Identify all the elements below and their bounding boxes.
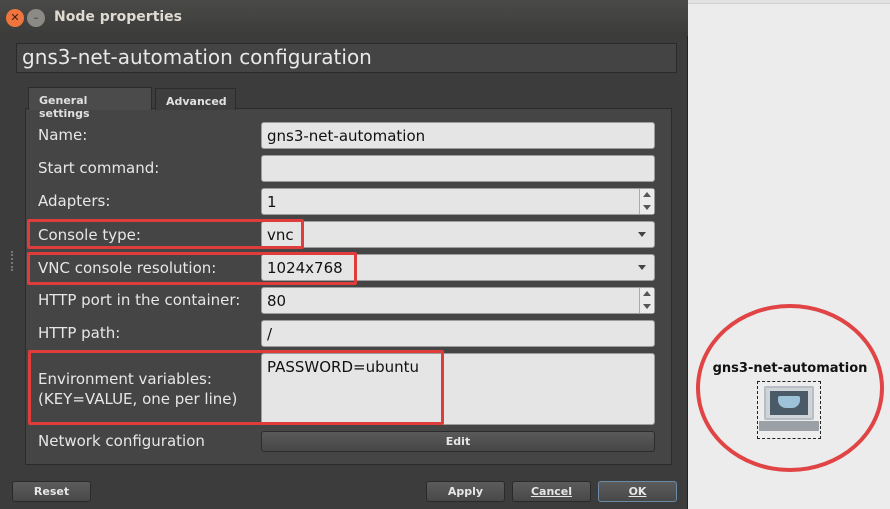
console-type-highlight bbox=[27, 219, 304, 249]
http-path-input[interactable]: / bbox=[261, 320, 655, 347]
console-type-select[interactable]: vnc bbox=[261, 221, 655, 248]
resize-grip[interactable] bbox=[11, 251, 13, 271]
http-port-label: HTTP port in the container: bbox=[38, 291, 241, 309]
http-port-spin-arrows[interactable] bbox=[639, 288, 654, 313]
ok-button[interactable]: OK bbox=[598, 481, 677, 502]
cancel-button[interactable]: Cancel bbox=[512, 481, 591, 502]
tab-advanced[interactable]: Advanced bbox=[155, 88, 236, 110]
reset-button[interactable]: Reset bbox=[12, 481, 91, 502]
name-input[interactable]: gns3-net-automation bbox=[261, 122, 655, 149]
close-window-button[interactable]: ✕ bbox=[6, 9, 24, 27]
adapters-spinbox[interactable]: 1 bbox=[261, 188, 655, 215]
adapters-label: Adapters: bbox=[38, 192, 111, 210]
vnc-resolution-highlight bbox=[27, 252, 357, 285]
chevron-down-icon bbox=[638, 265, 646, 270]
chevron-down-icon bbox=[638, 232, 646, 237]
tab-general-settings[interactable]: General settings bbox=[28, 87, 152, 120]
adapters-spin-arrows[interactable] bbox=[639, 189, 654, 214]
start-command-label: Start command: bbox=[38, 159, 160, 177]
config-header-title: gns3-net-automation configuration bbox=[22, 45, 372, 69]
minimize-window-button[interactable]: – bbox=[27, 9, 45, 27]
canvas-top-edge bbox=[688, 0, 890, 4]
start-command-input[interactable] bbox=[261, 155, 655, 182]
http-port-spinbox[interactable]: 80 bbox=[261, 287, 655, 314]
window-title: Node properties bbox=[54, 9, 183, 25]
http-path-label: HTTP path: bbox=[38, 324, 121, 342]
network-config-label: Network configuration bbox=[38, 432, 205, 450]
env-highlight bbox=[28, 350, 444, 425]
apply-button[interactable]: Apply bbox=[426, 481, 505, 502]
node-label[interactable]: gns3-net-automation bbox=[700, 361, 880, 376]
name-label: Name: bbox=[38, 126, 88, 144]
edit-network-button[interactable]: Edit bbox=[261, 431, 655, 452]
adapters-value: 1 bbox=[267, 193, 277, 211]
docker-host-base bbox=[759, 421, 819, 431]
http-port-value: 80 bbox=[267, 292, 287, 310]
docker-whale-icon bbox=[778, 396, 800, 408]
